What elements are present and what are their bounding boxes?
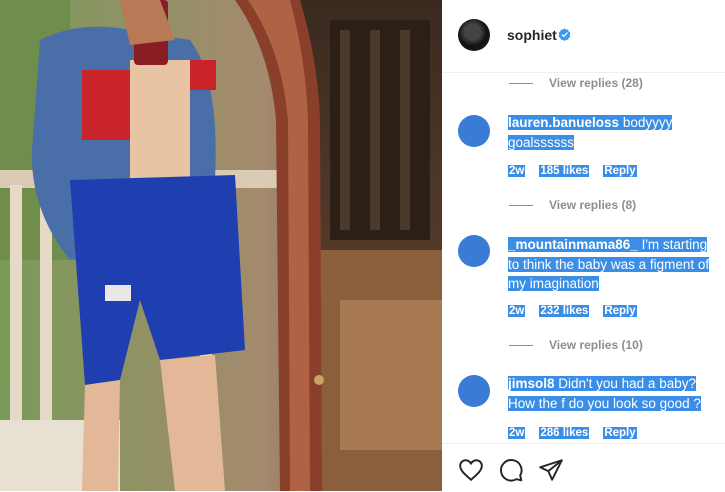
verified-badge-icon xyxy=(558,28,571,41)
view-replies-label: View replies (8) xyxy=(549,198,637,212)
comment-likes[interactable]: 286 likes xyxy=(539,427,590,439)
comment-username[interactable]: _mountainmama86_ xyxy=(508,237,638,252)
comment-body: _mountainmama86_ I'm starting to think t… xyxy=(508,235,720,294)
post-photo-image xyxy=(0,0,442,491)
post-side-panel: sophiet View replies (28) lauren.banuelo… xyxy=(442,0,725,491)
comment-age[interactable]: 2w xyxy=(508,305,526,317)
post-actions-bar xyxy=(442,443,725,492)
view-replies-button[interactable]: View replies (10) xyxy=(509,336,643,354)
comment-bubble-icon[interactable] xyxy=(498,457,524,483)
divider xyxy=(509,344,533,346)
comment-meta: 2w 286 likes Reply xyxy=(508,427,637,439)
avatar[interactable] xyxy=(458,115,490,147)
post-header: sophiet xyxy=(442,0,725,73)
view-replies-button[interactable]: View replies (8) xyxy=(509,196,636,214)
heart-icon[interactable] xyxy=(458,457,484,483)
avatar[interactable] xyxy=(458,375,490,407)
reply-button[interactable]: Reply xyxy=(603,305,637,317)
comment-age[interactable]: 2w xyxy=(508,427,526,439)
avatar[interactable] xyxy=(458,19,490,51)
view-replies-label: View replies (10) xyxy=(549,338,643,352)
view-replies-label: View replies (28) xyxy=(549,76,643,90)
comment-likes[interactable]: 232 likes xyxy=(539,305,590,317)
comment-body: jimsol8 Didn't you had a baby? How the f… xyxy=(508,374,720,413)
view-replies-button[interactable]: View replies (28) xyxy=(509,74,643,92)
comment-age[interactable]: 2w xyxy=(508,165,526,177)
post-photo xyxy=(0,0,442,491)
reply-button[interactable]: Reply xyxy=(603,427,637,439)
post-username[interactable]: sophiet xyxy=(507,27,557,43)
comment-likes[interactable]: 185 likes xyxy=(539,165,590,177)
comments-list[interactable]: View replies (28) lauren.banueloss bodyy… xyxy=(442,72,725,442)
comment-username[interactable]: lauren.banueloss xyxy=(508,115,619,130)
comment-meta: 2w 232 likes Reply xyxy=(508,305,637,317)
divider xyxy=(509,82,533,84)
paper-plane-icon[interactable] xyxy=(538,457,564,483)
divider xyxy=(509,204,533,206)
reply-button[interactable]: Reply xyxy=(603,165,637,177)
comment-meta: 2w 185 likes Reply xyxy=(508,165,637,177)
comment-username[interactable]: jimsol8 xyxy=(508,376,555,391)
avatar[interactable] xyxy=(458,235,490,267)
comment-body: lauren.banueloss bodyyyy goalssssss xyxy=(508,113,720,152)
